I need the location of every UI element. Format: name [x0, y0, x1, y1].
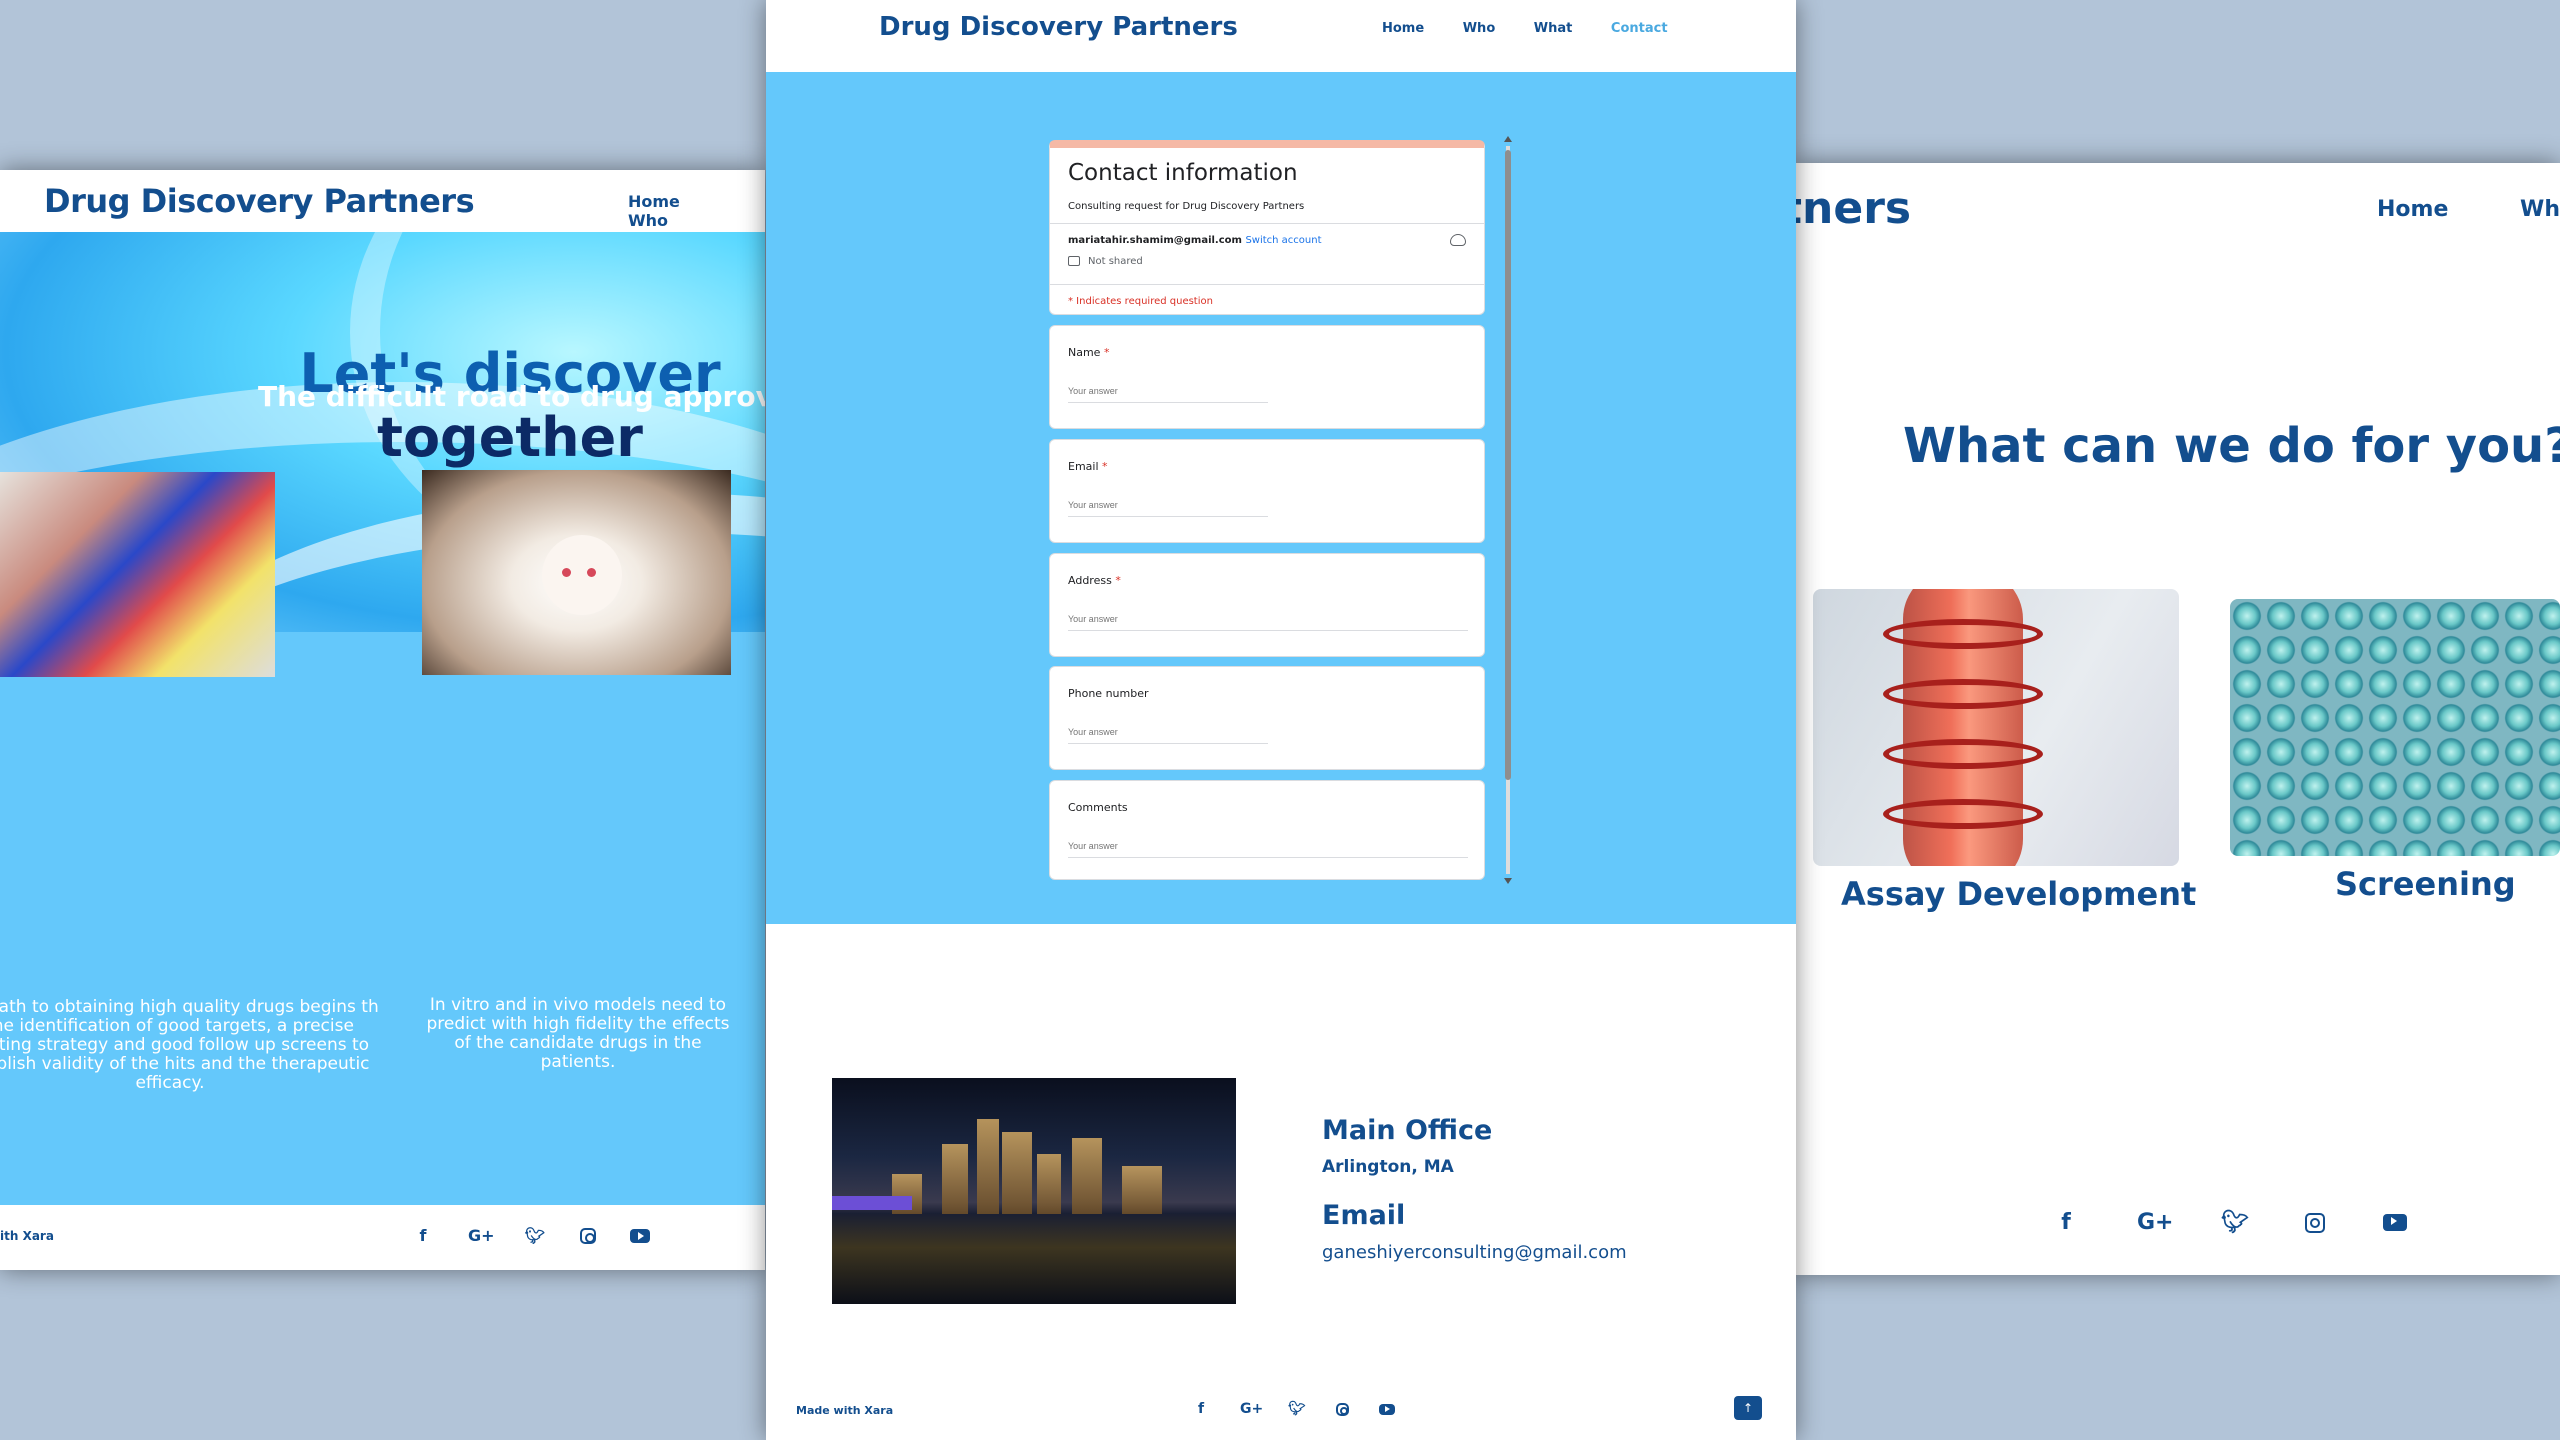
form-scrollbar[interactable] [1502, 136, 1514, 884]
scroll-thumb[interactable] [1505, 150, 1511, 780]
form-header-card: Contact information Consulting request f… [1049, 140, 1485, 315]
road-section [0, 632, 765, 1270]
boston-skyline-image [832, 1078, 1236, 1304]
nav-home[interactable]: Home [628, 192, 680, 211]
not-shared-icon [1068, 256, 1080, 266]
nav-who[interactable]: Who [1463, 21, 1496, 36]
main-nav: Home Who [628, 192, 765, 230]
account-email: mariatahir.shamim@gmail.com Switch accou… [1068, 235, 1322, 246]
main-office-heading: Main Office [1322, 1115, 1493, 1146]
main-nav: Home Who What Contact [1382, 21, 1702, 36]
right-page-screenshot: ery Partners Home Who What can we do for… [1793, 163, 2560, 1275]
form-subtitle: Consulting request for Drug Discovery Pa… [1068, 201, 1305, 212]
social-links: f G+ 🐦︎ [412, 1225, 650, 1247]
footer: ith Xara f G+ 🐦︎ [0, 1205, 765, 1270]
question-label: Name * [1068, 346, 1110, 359]
address-input[interactable] [1068, 614, 1468, 631]
twitter-icon[interactable]: 🐦︎ [524, 1225, 546, 1247]
made-with-link[interactable]: ith Xara [0, 1229, 54, 1243]
left-page-screenshot: Drug Discovery Partners Home Who Let's d… [0, 170, 765, 1270]
instagram-icon[interactable] [2305, 1213, 2325, 1233]
google-plus-icon[interactable]: G+ [468, 1225, 495, 1247]
hero-line-2: together [377, 406, 643, 469]
scroll-down-icon[interactable] [1504, 878, 1512, 884]
facebook-icon[interactable]: f [412, 1225, 434, 1247]
header: Drug Discovery Partners Home Who [0, 170, 765, 232]
nav-contact[interactable]: Contact [1611, 21, 1668, 36]
name-input[interactable] [1068, 386, 1268, 403]
scroll-up-icon[interactable] [1504, 136, 1512, 142]
nav-home[interactable]: Home [1382, 21, 1424, 36]
youtube-icon[interactable] [2383, 1214, 2407, 1231]
youtube-icon[interactable] [630, 1229, 650, 1243]
road-title: The difficult road to drug approvals [258, 380, 765, 413]
cloud-save-icon [1450, 234, 1466, 246]
google-form: Contact information Consulting request f… [1049, 140, 1485, 880]
nav-who[interactable]: Who [628, 211, 668, 230]
lab-mouse-image [422, 470, 731, 675]
question-label: Email * [1068, 460, 1108, 473]
site-logo[interactable]: ery Partners [1793, 183, 1911, 234]
instagram-icon[interactable] [580, 1228, 596, 1244]
facebook-icon[interactable]: f [1192, 1400, 1210, 1418]
google-plus-icon[interactable]: G+ [1240, 1400, 1263, 1418]
header: Drug Discovery Partners Home Who What Co… [766, 0, 1796, 72]
not-shared-label: Not shared [1088, 256, 1143, 267]
site-logo[interactable]: Drug Discovery Partners [44, 182, 475, 220]
screening-label[interactable]: Screening [2335, 865, 2516, 903]
question-name: Name * [1049, 325, 1485, 429]
contact-page-screenshot: Drug Discovery Partners Home Who What Co… [766, 0, 1796, 1440]
social-links: f G+ 🐦︎ [2053, 1210, 2407, 1236]
form-title: Contact information [1068, 160, 1298, 186]
assay-development-label[interactable]: Assay Development [1841, 875, 2196, 913]
screening-image[interactable] [2230, 599, 2560, 856]
switch-account-link[interactable]: Switch account [1245, 235, 1321, 246]
question-label: Address * [1068, 574, 1121, 587]
question-label: Phone number [1068, 687, 1149, 700]
instagram-icon[interactable] [1336, 1403, 1349, 1416]
road-caption-1: he path to obtaining high quality drugs … [0, 997, 379, 1093]
services-heading: What can we do for you? [1903, 418, 2560, 474]
back-to-top-button[interactable]: ↑ [1734, 1396, 1762, 1420]
question-phone: Phone number [1049, 666, 1485, 770]
site-logo[interactable]: Drug Discovery Partners [879, 12, 1238, 42]
nav-home[interactable]: Home [2377, 197, 2448, 222]
facebook-icon[interactable]: f [2053, 1210, 2079, 1236]
email-input[interactable] [1068, 500, 1268, 517]
required-note: * Indicates required question [1068, 296, 1213, 307]
nav-what[interactable]: What [1534, 21, 1573, 36]
twitter-icon[interactable]: 🐦︎ [2221, 1210, 2249, 1236]
made-with-link[interactable]: Made with Xara [796, 1404, 893, 1417]
question-email: Email * [1049, 439, 1485, 543]
twitter-icon[interactable]: 🐦︎ [1288, 1400, 1306, 1418]
nav-who[interactable]: Who [2520, 197, 2560, 222]
office-location: Arlington, MA [1322, 1157, 1454, 1177]
email-link[interactable]: ganeshiyerconsulting@gmail.com [1322, 1242, 1627, 1263]
phone-input[interactable] [1068, 727, 1268, 744]
question-comments: Comments [1049, 780, 1485, 880]
account-address: mariatahir.shamim@gmail.com [1068, 235, 1242, 246]
assay-development-image[interactable] [1813, 589, 2179, 866]
not-shared-status: Not shared [1068, 256, 1143, 267]
social-links: f G+ 🐦︎ [1192, 1400, 1395, 1418]
google-plus-icon[interactable]: G+ [2137, 1210, 2174, 1236]
comments-input[interactable] [1068, 841, 1468, 858]
email-heading: Email [1322, 1200, 1406, 1231]
main-nav: Home Who [2377, 197, 2560, 222]
question-address: Address * [1049, 553, 1485, 657]
question-label: Comments [1068, 801, 1128, 814]
youtube-icon[interactable] [1379, 1404, 1395, 1415]
contact-form-section: Contact information Consulting request f… [766, 72, 1796, 924]
road-caption-2: In vitro and in vivo models need to pred… [426, 995, 730, 1072]
lab-pipette-image [0, 472, 275, 677]
